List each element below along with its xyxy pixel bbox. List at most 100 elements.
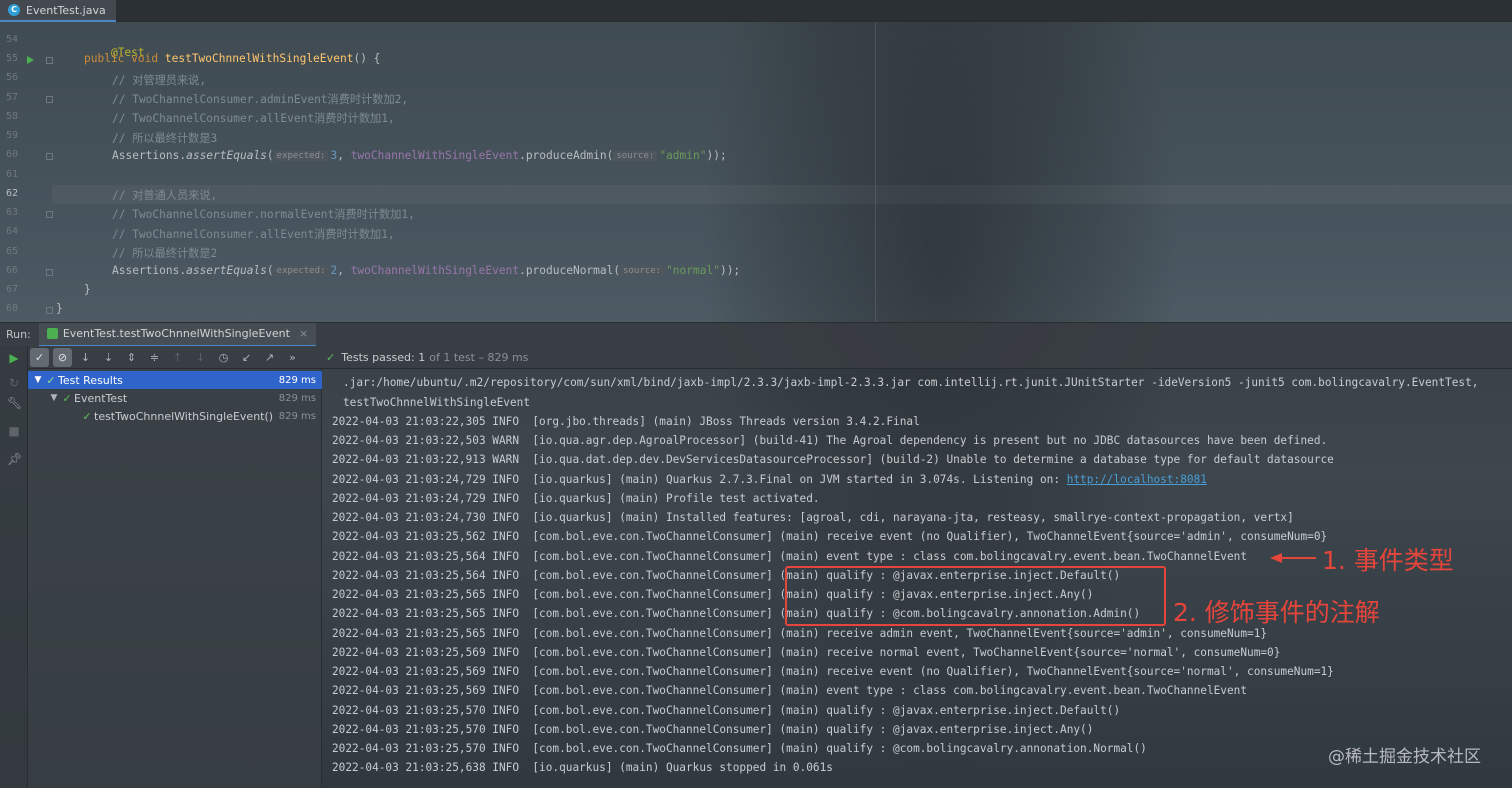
history-icon[interactable]: ◷: [214, 348, 233, 367]
check-icon: ✓: [326, 350, 336, 364]
fold-marker-icon[interactable]: [46, 96, 53, 103]
tree-item-label: Test Results: [58, 373, 123, 387]
more-icon[interactable]: »: [283, 348, 302, 367]
show-passed-icon[interactable]: ✓: [30, 347, 49, 367]
code-token: .produceNormal(: [519, 264, 621, 277]
show-ignored-icon[interactable]: ⊘: [53, 347, 72, 367]
import-tests-icon[interactable]: ↙: [237, 348, 256, 367]
status-text: Tests passed:: [341, 350, 415, 364]
console-text: 2022-04-03 21:03:24,729 INFO [io.quarkus…: [332, 473, 1067, 486]
tree-item-label: testTwoChnnelWithSingleEvent(): [94, 409, 274, 423]
field-token: twoChannelWithSingleEvent: [350, 149, 520, 162]
sort-alpha-icon[interactable]: ↓: [76, 348, 95, 367]
code-line: }: [56, 302, 63, 315]
comment-line: // TwoChannelConsumer.allEvent消费时计数加1,: [112, 228, 395, 241]
chevron-down-icon[interactable]: ▼: [32, 375, 44, 385]
line-number: 54: [6, 34, 19, 45]
collapse-all-icon[interactable]: ≑: [145, 348, 164, 367]
run-test-gutter-icon[interactable]: [27, 56, 34, 64]
console-line: 2022-04-03 21:03:25,570 INFO [com.bol.ev…: [332, 742, 1147, 755]
status-detail: of 1 test – 829 ms: [429, 350, 529, 364]
console-line: 2022-04-03 21:03:25,638 INFO [io.quarkus…: [332, 761, 833, 774]
tree-item-time: 829 ms: [278, 410, 316, 422]
tree-item-test-results[interactable]: ▼ ✓ Test Results 829 ms: [28, 371, 322, 389]
pass-check-icon: ✓: [82, 409, 92, 423]
export-tests-icon[interactable]: ↗: [260, 348, 279, 367]
console-line: 2022-04-03 21:03:22,503 WARN [io.qua.agr…: [332, 434, 1328, 447]
method-call-token: assertEquals: [186, 264, 267, 277]
chevron-down-icon[interactable]: ▼: [48, 393, 60, 403]
code-line: Assertions.assertEquals(expected: 2, twoC…: [112, 264, 741, 277]
fold-marker-icon[interactable]: [46, 269, 53, 276]
localhost-link[interactable]: http://localhost:8081: [1067, 473, 1207, 486]
comment-line: // TwoChannelConsumer.allEvent消费时计数加1,: [112, 112, 395, 125]
expand-all-icon[interactable]: ⇕: [122, 348, 141, 367]
run-config-tab[interactable]: EventTest.testTwoChnnelWithSingleEvent ×: [38, 322, 317, 347]
console-line: 2022-04-03 21:03:25,570 INFO [com.bol.ev…: [332, 704, 1121, 717]
pass-check-icon: ✓: [46, 373, 56, 387]
prev-failed-icon[interactable]: ↑: [168, 348, 187, 367]
comment-line: // 对普通人员来说,: [112, 189, 218, 202]
console-line: 2022-04-03 21:03:25,570 INFO [com.bol.ev…: [332, 723, 1094, 736]
number-token: 3: [330, 149, 338, 162]
console-line: 2022-04-03 21:03:25,565 INFO [com.bol.ev…: [332, 627, 1268, 640]
console-line: 2022-04-03 21:03:24,729 INFO [io.quarkus…: [332, 473, 1207, 486]
line-number: 63: [6, 207, 19, 218]
keyword-token: public: [84, 52, 125, 65]
param-hint: expected:: [273, 266, 329, 276]
line-number: 65: [6, 246, 19, 257]
fold-marker-icon[interactable]: [46, 211, 53, 218]
console-line: 2022-04-03 21:03:25,569 INFO [com.bol.ev…: [332, 646, 1281, 659]
run-side-toolbar: ▶ ↻ 🔧︎ ■ 📌︎: [0, 346, 28, 788]
code-token: () {: [353, 52, 381, 65]
number-token: 2: [330, 264, 338, 277]
run-label: Run:: [6, 328, 31, 341]
wrench-icon[interactable]: 🔧︎: [7, 396, 22, 410]
line-number: 59: [6, 130, 19, 141]
comment-line: // TwoChannelConsumer.normalEvent消费时计数加1…: [112, 208, 415, 221]
right-margin-guide: [875, 22, 876, 322]
test-results-tree: ▼ ✓ Test Results 829 ms ▼ ✓ EventTest 82…: [28, 369, 322, 788]
editor-tab-bar: C EventTest.java: [0, 0, 1512, 22]
tree-item-test-method[interactable]: ✓ testTwoChnnelWithSingleEvent() 829 ms: [28, 407, 322, 425]
code-editor[interactable]: 54 55 56 57 58 59 60 61 62 63 64 65 66 6…: [0, 22, 1512, 322]
annotation-label-event-type: 1. 事件类型: [1322, 546, 1454, 575]
stop-icon[interactable]: ↻: [7, 376, 21, 390]
line-number: 60: [6, 149, 19, 160]
line-number: 68: [6, 303, 19, 314]
qualifier-highlight-box: [785, 566, 1166, 626]
test-config-icon: [46, 328, 58, 339]
line-number: 62: [6, 188, 19, 199]
param-hint: source:: [613, 151, 658, 161]
code-token: .produceAdmin(: [519, 149, 614, 162]
annotation-label-qualifiers: 2. 修饰事件的注解: [1173, 598, 1380, 627]
code-token: Assertions.: [112, 264, 187, 277]
file-tab-eventtest[interactable]: C EventTest.java: [0, 0, 116, 22]
current-line-highlight: [52, 185, 1512, 204]
fold-marker-icon[interactable]: [46, 153, 53, 160]
fold-marker-icon[interactable]: [46, 57, 53, 64]
next-failed-icon[interactable]: ↓: [191, 348, 210, 367]
console-line: 2022-04-03 21:03:22,305 INFO [org.jbo.th…: [332, 415, 920, 428]
watermark: @稀土掘金技术社区: [1328, 747, 1481, 767]
code-line: }: [84, 283, 91, 296]
fold-marker-icon[interactable]: [46, 307, 53, 314]
square-stop-icon[interactable]: ■: [7, 424, 21, 438]
line-number: 58: [6, 111, 19, 122]
code-token: ));: [719, 264, 741, 277]
pin-icon[interactable]: 📌︎: [7, 452, 22, 466]
console-line: 2022-04-03 21:03:25,564 INFO [com.bol.ev…: [332, 550, 1248, 563]
console-line: 2022-04-03 21:03:25,562 INFO [com.bol.ev…: [332, 530, 1328, 543]
line-number: 61: [6, 169, 19, 180]
tree-item-eventtest[interactable]: ▼ ✓ EventTest 829 ms: [28, 389, 322, 407]
field-token: twoChannelWithSingleEvent: [350, 264, 520, 277]
close-icon[interactable]: ×: [299, 327, 308, 340]
rerun-icon[interactable]: ▶: [7, 351, 21, 365]
param-hint: source:: [620, 266, 665, 276]
sort-duration-icon[interactable]: ⇣: [99, 348, 118, 367]
run-tab-label: EventTest.testTwoChnnelWithSingleEvent: [62, 327, 290, 340]
line-number: 57: [6, 92, 19, 103]
line-number: 66: [6, 265, 19, 276]
method-call-token: assertEquals: [186, 149, 267, 162]
console-line: .jar:/home/ubuntu/.m2/repository/com/sun…: [343, 376, 1479, 389]
